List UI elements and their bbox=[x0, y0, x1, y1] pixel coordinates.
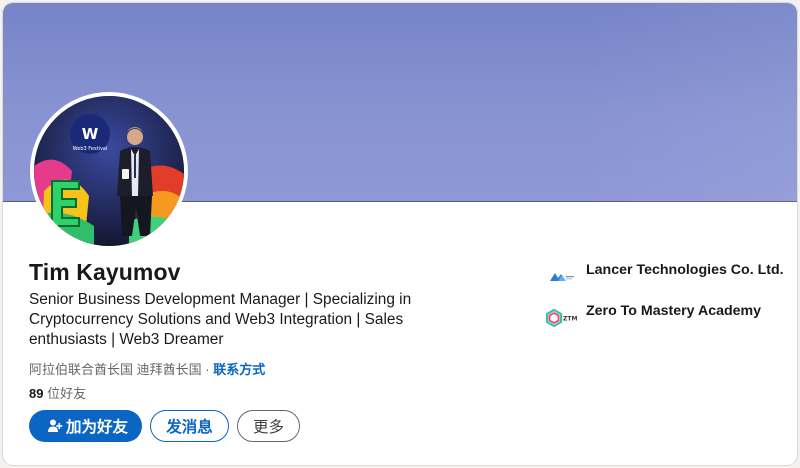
more-button[interactable]: 更多 bbox=[237, 410, 300, 442]
company-item[interactable]: Lancer Technologies Co. Ltd. bbox=[546, 261, 786, 293]
company-name: Zero To Mastery Academy bbox=[586, 303, 762, 319]
connect-label: 加为好友 bbox=[65, 418, 128, 436]
svg-text:W: W bbox=[82, 125, 99, 143]
svg-text:ZTM: ZTM bbox=[563, 316, 577, 323]
company-list: Lancer Technologies Co. Ltd. ZTM Zero To… bbox=[546, 261, 786, 343]
banner-sheen bbox=[577, 3, 797, 202]
profile-headline: Senior Business Development Manager | Sp… bbox=[29, 291, 412, 348]
message-button[interactable]: 发消息 bbox=[150, 410, 229, 442]
connect-button[interactable]: 加为好友 bbox=[29, 410, 142, 442]
add-person-icon bbox=[47, 418, 63, 434]
profile-name: Tim Kayumov bbox=[29, 259, 181, 285]
svg-text:Web3 Festival: Web3 Festival bbox=[73, 146, 108, 152]
lancer-logo-icon bbox=[546, 261, 578, 293]
ztm-logo-icon: ZTM bbox=[546, 302, 578, 334]
location-separator: · bbox=[201, 362, 214, 377]
location-row: 阿拉伯联合酋长国 迪拜酋长国 · 联系方式 bbox=[29, 359, 265, 378]
profile-avatar[interactable]: W Web3 Festival bbox=[30, 92, 188, 250]
contact-info-link[interactable]: 联系方式 bbox=[213, 362, 265, 377]
location-text: 阿拉伯联合酋长国 迪拜酋长国 bbox=[29, 362, 202, 377]
company-name: Lancer Technologies Co. Ltd. bbox=[586, 262, 784, 278]
company-item[interactable]: ZTM Zero To Mastery Academy bbox=[546, 302, 786, 334]
connections-label: 位好友 bbox=[43, 386, 87, 401]
connections-number: 89 bbox=[29, 386, 44, 401]
profile-card: W Web3 Festival Tim Kayumov Senior Busin… bbox=[3, 3, 797, 465]
profile-actions: 加为好友 发消息 更多 bbox=[29, 410, 300, 442]
connections-count[interactable]: 89 位好友 bbox=[29, 383, 86, 402]
avatar-photo: W Web3 Festival bbox=[34, 96, 184, 246]
